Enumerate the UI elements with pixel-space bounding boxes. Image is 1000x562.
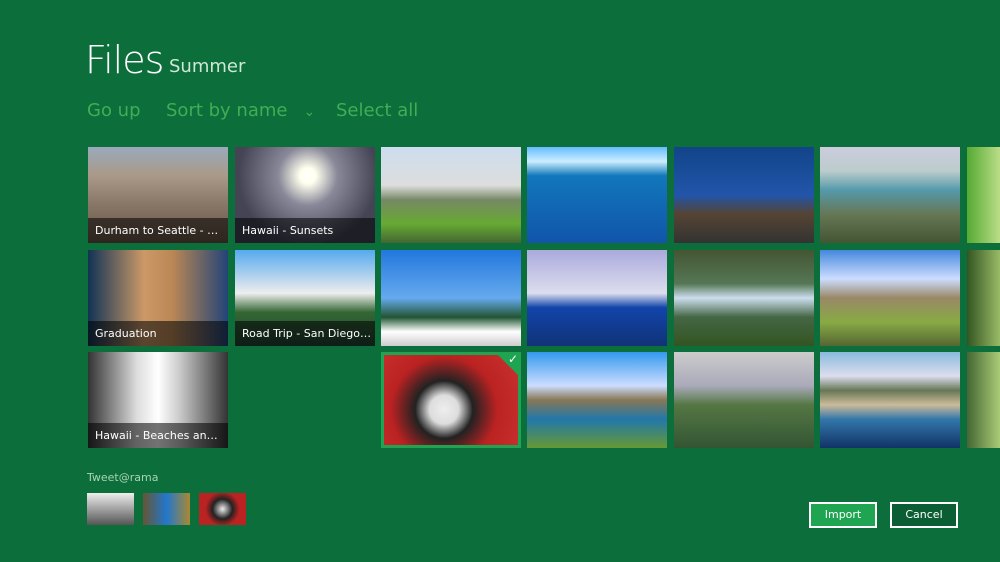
checkmark-icon: ✓ (507, 352, 518, 366)
photo-tile[interactable] (820, 352, 960, 448)
photo-tile[interactable] (820, 147, 960, 243)
photo-tile[interactable] (967, 352, 1000, 448)
folder-label: Road Trip - San Diego to ... (235, 321, 375, 346)
photo-tile[interactable] (674, 147, 814, 243)
go-up-button[interactable]: Go up (87, 100, 141, 121)
folder-tile[interactable]: Hawaii - Sunsets (235, 147, 375, 243)
photo-tile[interactable] (527, 352, 667, 448)
photo-tile[interactable] (967, 147, 1000, 243)
photo-tile[interactable] (967, 250, 1000, 346)
selected-thumbnail[interactable] (143, 493, 190, 525)
selected-thumbnail[interactable] (87, 493, 134, 525)
folder-tile[interactable]: Durham to Seattle - Road... (88, 147, 228, 243)
cancel-button[interactable]: Cancel (890, 502, 958, 528)
import-button[interactable]: Import (809, 502, 877, 528)
folder-tile[interactable]: Graduation (88, 250, 228, 346)
photo-tile[interactable] (381, 147, 521, 243)
photo-tile[interactable] (527, 250, 667, 346)
select-all-button[interactable]: Select all (336, 100, 418, 121)
selected-thumbnail[interactable] (199, 493, 246, 525)
folder-label: Graduation (88, 321, 228, 346)
current-folder: Summer (169, 56, 246, 77)
selection-basket-label: Tweet@rama (87, 471, 159, 484)
folder-tile[interactable]: Hawaii - Beaches and Wa... (88, 352, 228, 448)
photo-tile-selected[interactable]: ✓ (381, 352, 521, 448)
photo-tile[interactable] (381, 250, 521, 346)
photo-tile[interactable] (674, 352, 814, 448)
folder-tile[interactable]: Road Trip - San Diego to ... (235, 250, 375, 346)
folder-label: Hawaii - Sunsets (235, 218, 375, 243)
photo-tile[interactable] (674, 250, 814, 346)
photo-tile[interactable] (527, 147, 667, 243)
page-title: Files (85, 38, 164, 82)
folder-label: Hawaii - Beaches and Wa... (88, 423, 228, 448)
folder-label: Durham to Seattle - Road... (88, 218, 228, 243)
sort-by-name-dropdown[interactable]: Sort by name ⌄ (166, 100, 315, 121)
sort-label: Sort by name (166, 100, 288, 121)
photo-tile[interactable] (820, 250, 960, 346)
chevron-down-icon: ⌄ (303, 104, 316, 120)
